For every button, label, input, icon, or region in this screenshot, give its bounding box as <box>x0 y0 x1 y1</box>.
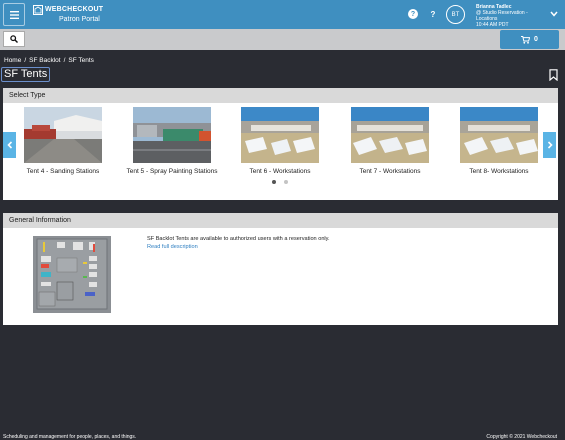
info-description: SF Backlot Tents are available to author… <box>147 236 330 242</box>
cart-button[interactable]: 0 <box>500 30 559 49</box>
breadcrumb-home[interactable]: Home <box>4 57 21 64</box>
brand-logo[interactable]: WEBCHECKOUT Patron Portal <box>33 4 123 26</box>
user-time: 10:44 AM PDT <box>476 22 509 28</box>
carousel-slide[interactable]: Tent 6 - Workstations <box>230 107 330 175</box>
breadcrumb-separator: / <box>24 57 27 64</box>
slide-label: Tent 4 - Sanding Stations <box>26 168 100 175</box>
carousel-slide[interactable]: Tent 5 - Spray Painting Stations <box>122 107 222 175</box>
carousel-dot-active[interactable] <box>272 180 276 184</box>
top-bar: WEBCHECKOUT Patron Portal ? ? BT Brianna… <box>0 0 565 29</box>
tent-photo <box>351 107 429 163</box>
general-information-heading: General Information <box>3 213 558 228</box>
menu-button[interactable] <box>3 3 25 26</box>
webcheckout-logo-icon <box>33 5 43 15</box>
read-full-description-link[interactable]: Read full description <box>147 244 198 250</box>
avatar[interactable]: BT <box>446 5 465 24</box>
bookmark-icon[interactable] <box>549 69 558 81</box>
user-info[interactable]: Brianna Tadlec @ Studio Reservation - Lo… <box>476 4 548 28</box>
user-location: @ Studio Reservation - Locations <box>476 10 528 22</box>
brand-subtitle: Patron Portal <box>59 16 100 23</box>
slide-label: Tent 7 - Workstations <box>359 168 421 175</box>
slide-label: Tent 6 - Workstations <box>249 168 311 175</box>
breadcrumb-sf-backlot[interactable]: SF Backlot <box>29 57 60 64</box>
question-icon[interactable]: ? <box>428 9 438 19</box>
tent-photo <box>460 107 538 163</box>
footer-tagline: Scheduling and management for people, pl… <box>3 434 137 440</box>
carousel-slide[interactable]: Tent 7 - Workstations <box>340 107 440 175</box>
cart-count: 0 <box>534 36 538 43</box>
carousel-slide[interactable]: Tent 4 - Sanding Stations <box>13 107 113 175</box>
select-type-heading: Select Type <box>3 88 558 103</box>
carousel-dot[interactable] <box>284 180 288 184</box>
search-icon <box>10 35 18 43</box>
slide-label: Tent 5 - Spray Painting Stations <box>126 168 218 175</box>
breadcrumb-separator: / <box>63 57 66 64</box>
search-button[interactable] <box>3 31 25 47</box>
cart-icon <box>521 35 531 44</box>
carousel-slide[interactable]: Tent 8- Workstations <box>449 107 549 175</box>
toolbar: 0 <box>0 29 565 50</box>
page-title: SF Tents <box>1 67 51 82</box>
site-map-image[interactable] <box>33 236 111 313</box>
brand-name: WEBCHECKOUT <box>45 6 104 13</box>
chevron-left-icon <box>6 141 12 149</box>
hamburger-icon <box>9 10 19 19</box>
breadcrumb-sf-tents: SF Tents <box>68 57 94 64</box>
tent-photo <box>133 107 211 163</box>
footer-copyright: Copyright © 2021 Webcheckout <box>486 434 557 440</box>
chevron-down-icon[interactable] <box>550 11 558 17</box>
slide-label: Tent 8- Workstations <box>469 168 529 175</box>
help-icon[interactable]: ? <box>408 9 418 19</box>
tent-photo <box>24 107 102 163</box>
breadcrumb: Home / SF Backlot / SF Tents <box>4 57 94 64</box>
tent-photo <box>241 107 319 163</box>
